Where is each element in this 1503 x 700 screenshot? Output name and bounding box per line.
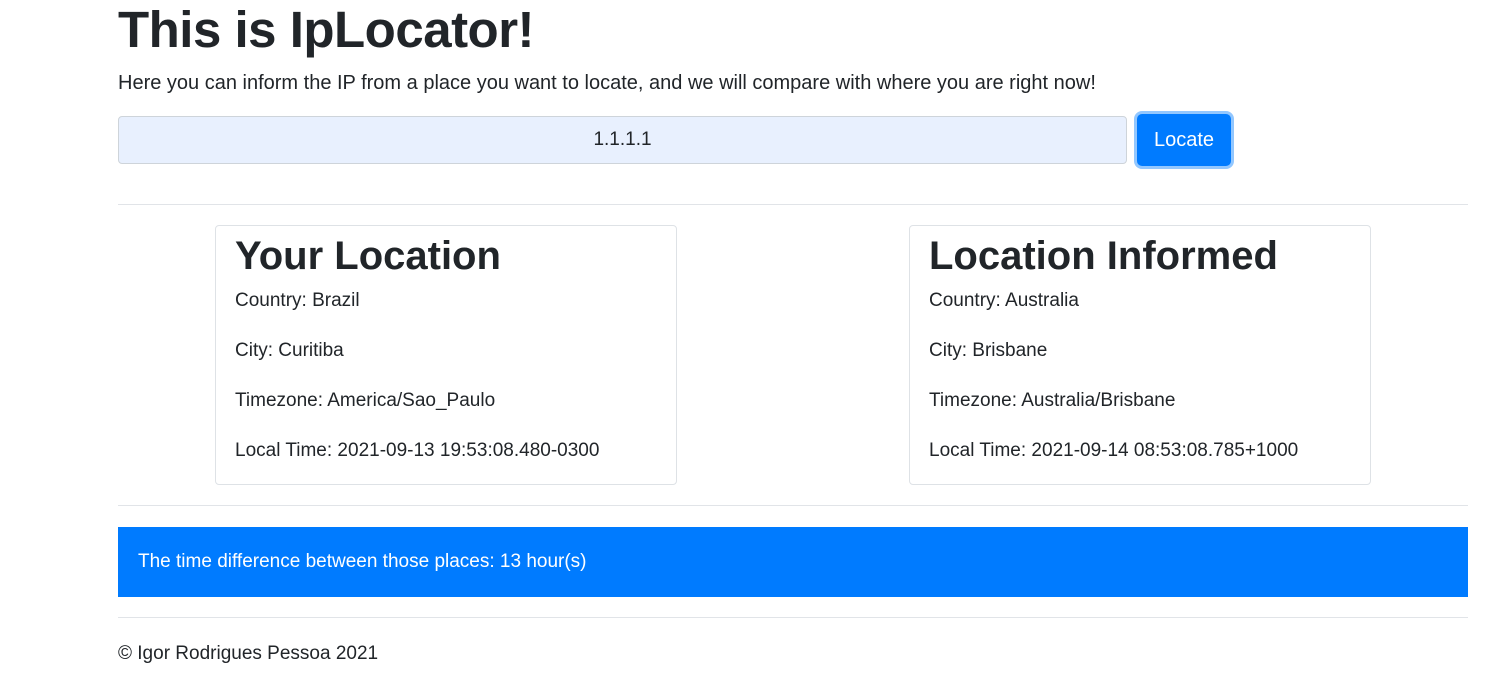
your-location-country: Country: Brazil <box>235 290 360 311</box>
ip-input[interactable] <box>118 116 1127 164</box>
location-informed-local-time: Local Time: 2021-09-14 08:53:08.785+1000 <box>929 440 1299 461</box>
divider-middle <box>118 505 1468 506</box>
locate-button[interactable]: Locate <box>1137 114 1231 166</box>
your-location-timezone: Timezone: America/Sao_Paulo <box>235 390 496 411</box>
divider-bottom <box>118 617 1468 618</box>
page-title: This is IpLocator! <box>118 1 535 58</box>
page-description: Here you can inform the IP from a place … <box>118 72 1096 94</box>
your-location-heading: Your Location <box>235 234 501 278</box>
location-informed-heading: Location Informed <box>929 234 1278 278</box>
location-informed-timezone: Timezone: Australia/Brisbane <box>929 390 1176 411</box>
footer-copyright: © Igor Rodrigues Pessoa 2021 <box>118 643 379 664</box>
location-informed-card: Location Informed Country: Australia Cit… <box>909 225 1371 485</box>
time-difference-alert: The time difference between those places… <box>118 527 1468 597</box>
divider-top <box>118 204 1468 205</box>
your-location-local-time: Local Time: 2021-09-13 19:53:08.480-0300 <box>235 440 600 461</box>
your-location-card: Your Location Country: Brazil City: Curi… <box>215 225 677 485</box>
location-informed-city: City: Brisbane <box>929 340 1048 361</box>
location-informed-country: Country: Australia <box>929 290 1079 311</box>
your-location-city: City: Curitiba <box>235 340 344 361</box>
